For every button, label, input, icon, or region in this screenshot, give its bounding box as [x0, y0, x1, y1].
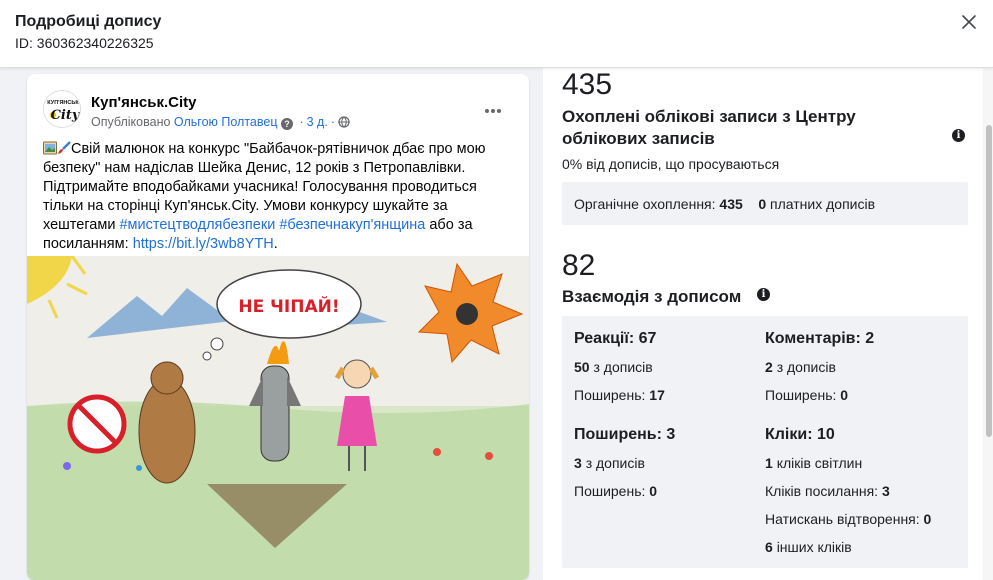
- engagement-info-icon[interactable]: i: [757, 288, 770, 301]
- reach-breakdown-box: Органічне охоплення: 435 0 платних допис…: [562, 182, 968, 225]
- paid-posts-value: 0: [758, 196, 767, 212]
- page-name[interactable]: Куп'янськ.City: [91, 94, 197, 111]
- insights-panel: 435 Охоплені облікові записи з Центру об…: [543, 68, 983, 580]
- reach-title: Охоплені облікові записи з Центру обліко…: [562, 107, 856, 148]
- reactions-from-posts: 50 з дописів: [574, 359, 653, 375]
- shares-from-posts: 3 з дописів: [574, 455, 645, 471]
- avatar-text-bottom: City: [51, 108, 81, 123]
- engagement-title: Взаємодія з дописом: [562, 287, 742, 306]
- url-link[interactable]: https://bit.ly/3wb8YTH: [133, 236, 274, 252]
- post-image[interactable]: НЕ ЧІПАЙ!: [27, 256, 529, 580]
- photo-clicks-label: кліків світлин: [776, 455, 863, 471]
- page-avatar[interactable]: КУП'ЯНСЬК City: [43, 90, 81, 128]
- play-clicks-value: 0: [923, 511, 932, 527]
- close-button[interactable]: [959, 12, 979, 32]
- dialog-body: КУП'ЯНСЬК City Куп'янськ.City Опублікова…: [0, 68, 993, 580]
- play-clicks: Натискань відтворення: 0: [765, 511, 931, 527]
- reactions-shares: Поширень: 17: [574, 387, 665, 403]
- more-dot: [491, 109, 495, 113]
- avatar-text-top: КУП'ЯНСЬК: [47, 100, 79, 106]
- picture-emoji-icon: [43, 141, 57, 155]
- reach-info-icon[interactable]: i: [952, 129, 965, 142]
- clicks-title: Кліки: 10: [765, 426, 835, 443]
- comments-from-posts: 2 з дописів: [765, 359, 836, 375]
- link-clicks-label: Кліків посилання:: [765, 483, 879, 499]
- paintbrush-emoji-icon: [58, 141, 71, 154]
- separator-dot: ·: [299, 115, 304, 129]
- comments-from-label: з дописів: [776, 359, 836, 375]
- engagement-breakdown-box: Реакції: 67 50 з дописів Поширень: 17 Ко…: [562, 316, 968, 568]
- reactions-shares-label: Поширень:: [574, 387, 646, 403]
- more-dot: [497, 109, 501, 113]
- reactions-title: Реакції: 67: [574, 330, 657, 347]
- organic-reach-value: 435: [719, 196, 743, 212]
- separator-dot: ·: [330, 115, 335, 129]
- reactions-from-label: з дописів: [593, 359, 653, 375]
- organic-reach-label: Органічне охоплення:: [574, 196, 716, 212]
- close-icon: [962, 15, 976, 29]
- comments-shares: Поширень: 0: [765, 387, 848, 403]
- hashtag-link[interactable]: #безпечнакуп'янщина: [279, 217, 425, 233]
- post-preview-panel: КУП'ЯНСЬК City Куп'янськ.City Опублікова…: [15, 68, 543, 580]
- more-options-button[interactable]: [485, 100, 505, 113]
- reactions-from-value: 50: [574, 359, 590, 375]
- shares-shares-label: Поширень:: [574, 483, 646, 499]
- shares-shares-value: 0: [649, 483, 658, 499]
- comments-shares-value: 0: [840, 387, 849, 403]
- post-card: КУП'ЯНСЬК City Куп'янськ.City Опублікова…: [27, 74, 529, 580]
- hashtag-link[interactable]: #мистецтводлябезпеки: [119, 217, 275, 233]
- dialog-title: Подробиці допису: [15, 13, 162, 30]
- play-clicks-label: Натискань відтворення:: [765, 511, 920, 527]
- more-dot: [485, 109, 489, 113]
- engagement-number: 82: [562, 249, 596, 282]
- shares-from-label: з дописів: [585, 455, 645, 471]
- shares-from-value: 3: [574, 455, 582, 471]
- link-clicks-value: 3: [881, 483, 890, 499]
- comments-shares-label: Поширень:: [765, 387, 837, 403]
- post-text: Свій малюнок на конкурс "Байбачок-рятівн…: [43, 140, 517, 254]
- reactions-shares-value: 17: [649, 387, 665, 403]
- published-prefix: Опубліковано: [91, 115, 171, 129]
- author-link[interactable]: Ольгою Полтавец: [174, 115, 278, 129]
- comments-from-value: 2: [765, 359, 773, 375]
- other-clicks: 6 інших кліків: [765, 539, 852, 555]
- globe-icon: [338, 116, 350, 128]
- scrollbar-thumb[interactable]: [986, 125, 992, 437]
- shares-shares: Поширень: 0: [574, 483, 657, 499]
- shares-title: Поширень: 3: [574, 426, 676, 443]
- paid-posts-label: платних дописів: [770, 196, 876, 212]
- post-id: ID: 360362340226325: [15, 35, 154, 51]
- post-meta: Опубліковано Ольгою Полтавец ? · 3 д. ·: [91, 115, 350, 130]
- reach-subtitle: 0% від дописів, що просуваються: [562, 156, 780, 172]
- dialog-header: Подробиці допису ID: 360362340226325: [0, 0, 993, 68]
- link-clicks: Кліків посилання: 3: [765, 483, 890, 499]
- drawing-speech-text: НЕ ЧІПАЙ!: [238, 295, 339, 317]
- other-clicks-value: 6: [765, 539, 773, 555]
- other-clicks-label: інших кліків: [776, 539, 852, 555]
- reach-number: 435: [562, 68, 613, 101]
- comments-title: Коментарів: 2: [765, 330, 875, 347]
- help-icon[interactable]: ?: [280, 118, 293, 130]
- post-body-text-end: .: [273, 236, 278, 252]
- post-time-link[interactable]: 3 д.: [307, 115, 328, 129]
- photo-clicks-value: 1: [765, 455, 773, 471]
- organic-reach-row: Органічне охоплення: 435 0 платних допис…: [574, 196, 875, 212]
- photo-clicks: 1 кліків світлин: [765, 455, 862, 471]
